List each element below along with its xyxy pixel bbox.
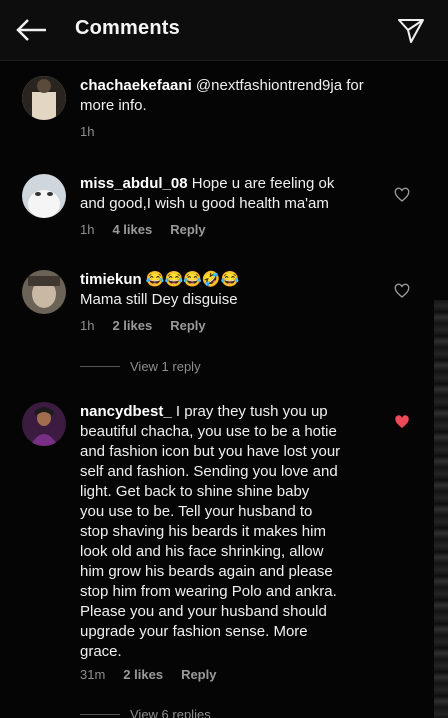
page-title: Comments bbox=[75, 17, 180, 39]
view-replies-button[interactable]: View 1 reply bbox=[80, 359, 201, 374]
paper-plane-icon bbox=[398, 19, 424, 43]
view-replies-label: View 6 replies bbox=[130, 707, 211, 718]
divider bbox=[80, 366, 120, 367]
avatar-image bbox=[22, 76, 66, 120]
comment-meta: 31m 2 likes Reply bbox=[80, 667, 216, 682]
comment-likes[interactable]: 4 likes bbox=[112, 222, 152, 237]
comment-username[interactable]: chachaekefaani bbox=[80, 77, 192, 94]
comment-likes[interactable]: 2 likes bbox=[112, 318, 152, 333]
like-button[interactable] bbox=[394, 414, 410, 430]
comment-username[interactable]: nancydbest_ bbox=[80, 403, 172, 420]
comment-meta: 1h 2 likes Reply bbox=[80, 318, 206, 333]
arrow-left-icon bbox=[16, 19, 46, 41]
heart-outline-icon bbox=[394, 283, 410, 298]
comment-text: nancydbest_ I pray they tush you up beau… bbox=[80, 402, 380, 662]
avatar[interactable] bbox=[22, 402, 66, 446]
avatar-image bbox=[22, 270, 66, 314]
comment-text: chachaekefaani @nextfashiontrend9ja for … bbox=[80, 76, 380, 116]
comment-message: I pray they tush you up beautiful chacha… bbox=[80, 403, 341, 660]
comment-time: 1h bbox=[80, 222, 95, 237]
comment-meta: 1h 4 likes Reply bbox=[80, 222, 206, 237]
share-button[interactable] bbox=[396, 15, 426, 45]
back-button[interactable] bbox=[14, 14, 50, 46]
comment-time: 1h bbox=[80, 124, 95, 139]
avatar[interactable] bbox=[22, 174, 66, 218]
reply-button[interactable]: Reply bbox=[170, 318, 205, 333]
avatar-image bbox=[22, 402, 66, 446]
like-button[interactable] bbox=[394, 187, 410, 203]
comment-text: miss_abdul_08 Hope u are feeling ok and … bbox=[80, 174, 380, 214]
heart-filled-icon bbox=[395, 415, 409, 428]
comment-time: 31m bbox=[80, 667, 106, 682]
avatar[interactable] bbox=[22, 76, 66, 120]
avatar[interactable] bbox=[22, 270, 66, 314]
divider bbox=[80, 714, 120, 715]
comment-username[interactable]: miss_abdul_08 bbox=[80, 175, 188, 192]
reply-button[interactable]: Reply bbox=[170, 222, 205, 237]
comments-screen: Comments chachaekefaani @nextfashiontren… bbox=[0, 0, 448, 718]
comment-meta: 1h bbox=[80, 124, 94, 139]
avatar-image bbox=[22, 174, 66, 218]
view-replies-label: View 1 reply bbox=[130, 359, 201, 374]
comment-username[interactable]: timiekun bbox=[80, 271, 142, 288]
comment-likes[interactable]: 2 likes bbox=[123, 667, 163, 682]
top-bar: Comments bbox=[0, 0, 448, 61]
screen-edge-artifact bbox=[434, 300, 448, 718]
comment-text: timiekun 😂😂😂🤣😂 Mama still Dey disguise bbox=[80, 270, 380, 310]
like-button[interactable] bbox=[394, 283, 410, 299]
view-replies-button[interactable]: View 6 replies bbox=[80, 707, 211, 718]
comment-time: 1h bbox=[80, 318, 95, 333]
reply-button[interactable]: Reply bbox=[181, 667, 216, 682]
heart-outline-icon bbox=[394, 187, 410, 202]
